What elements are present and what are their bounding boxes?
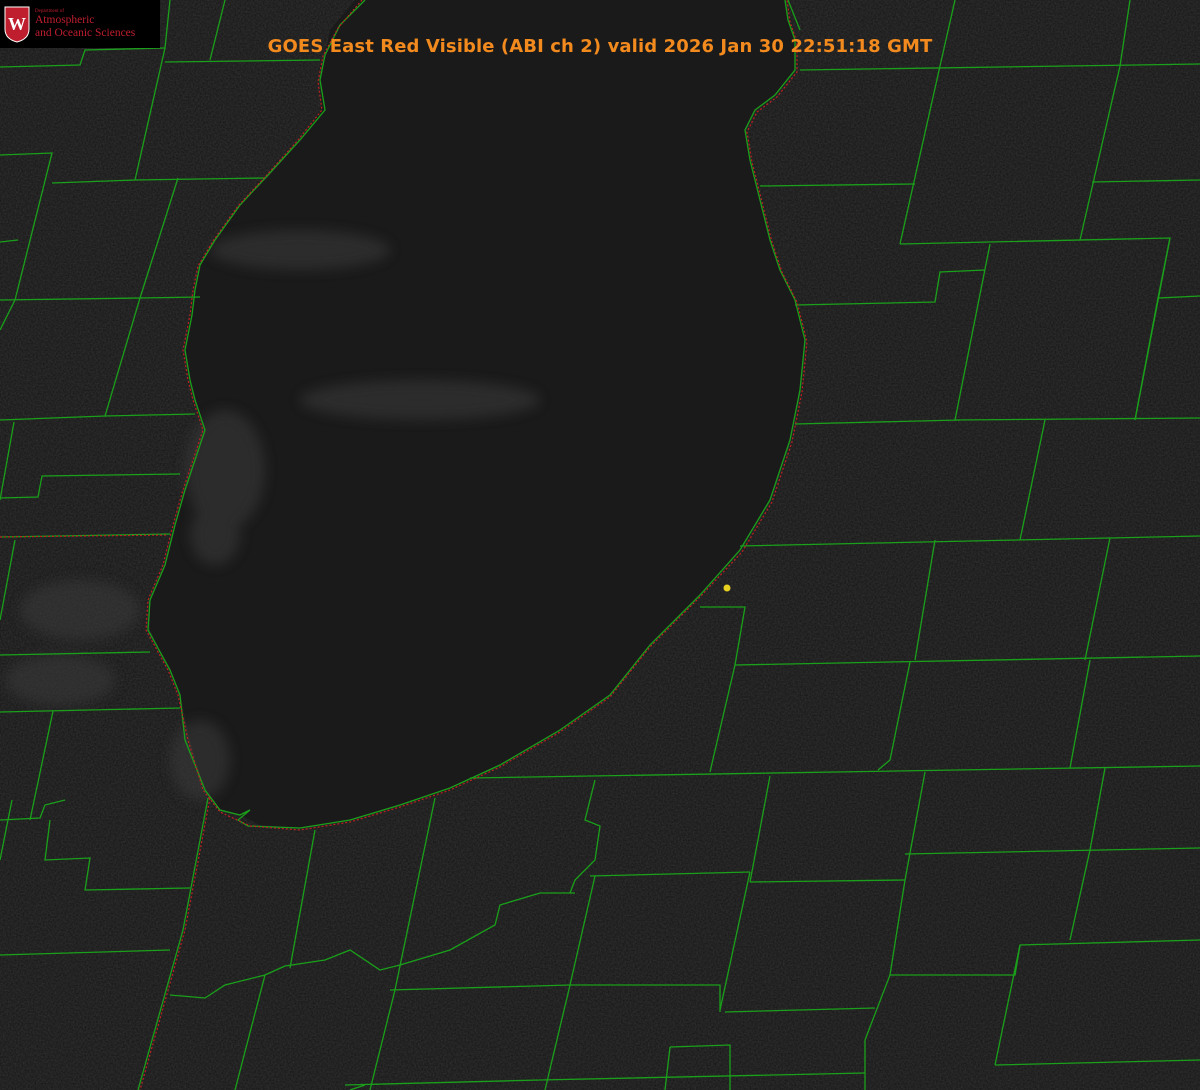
satellite-map (0, 0, 1200, 1090)
location-marker (723, 584, 731, 592)
image-title: GOES East Red Visible (ABI ch 2) valid 2… (267, 36, 933, 57)
logo-line-1: Atmospheric (35, 14, 95, 26)
svg-text:W: W (8, 14, 26, 34)
